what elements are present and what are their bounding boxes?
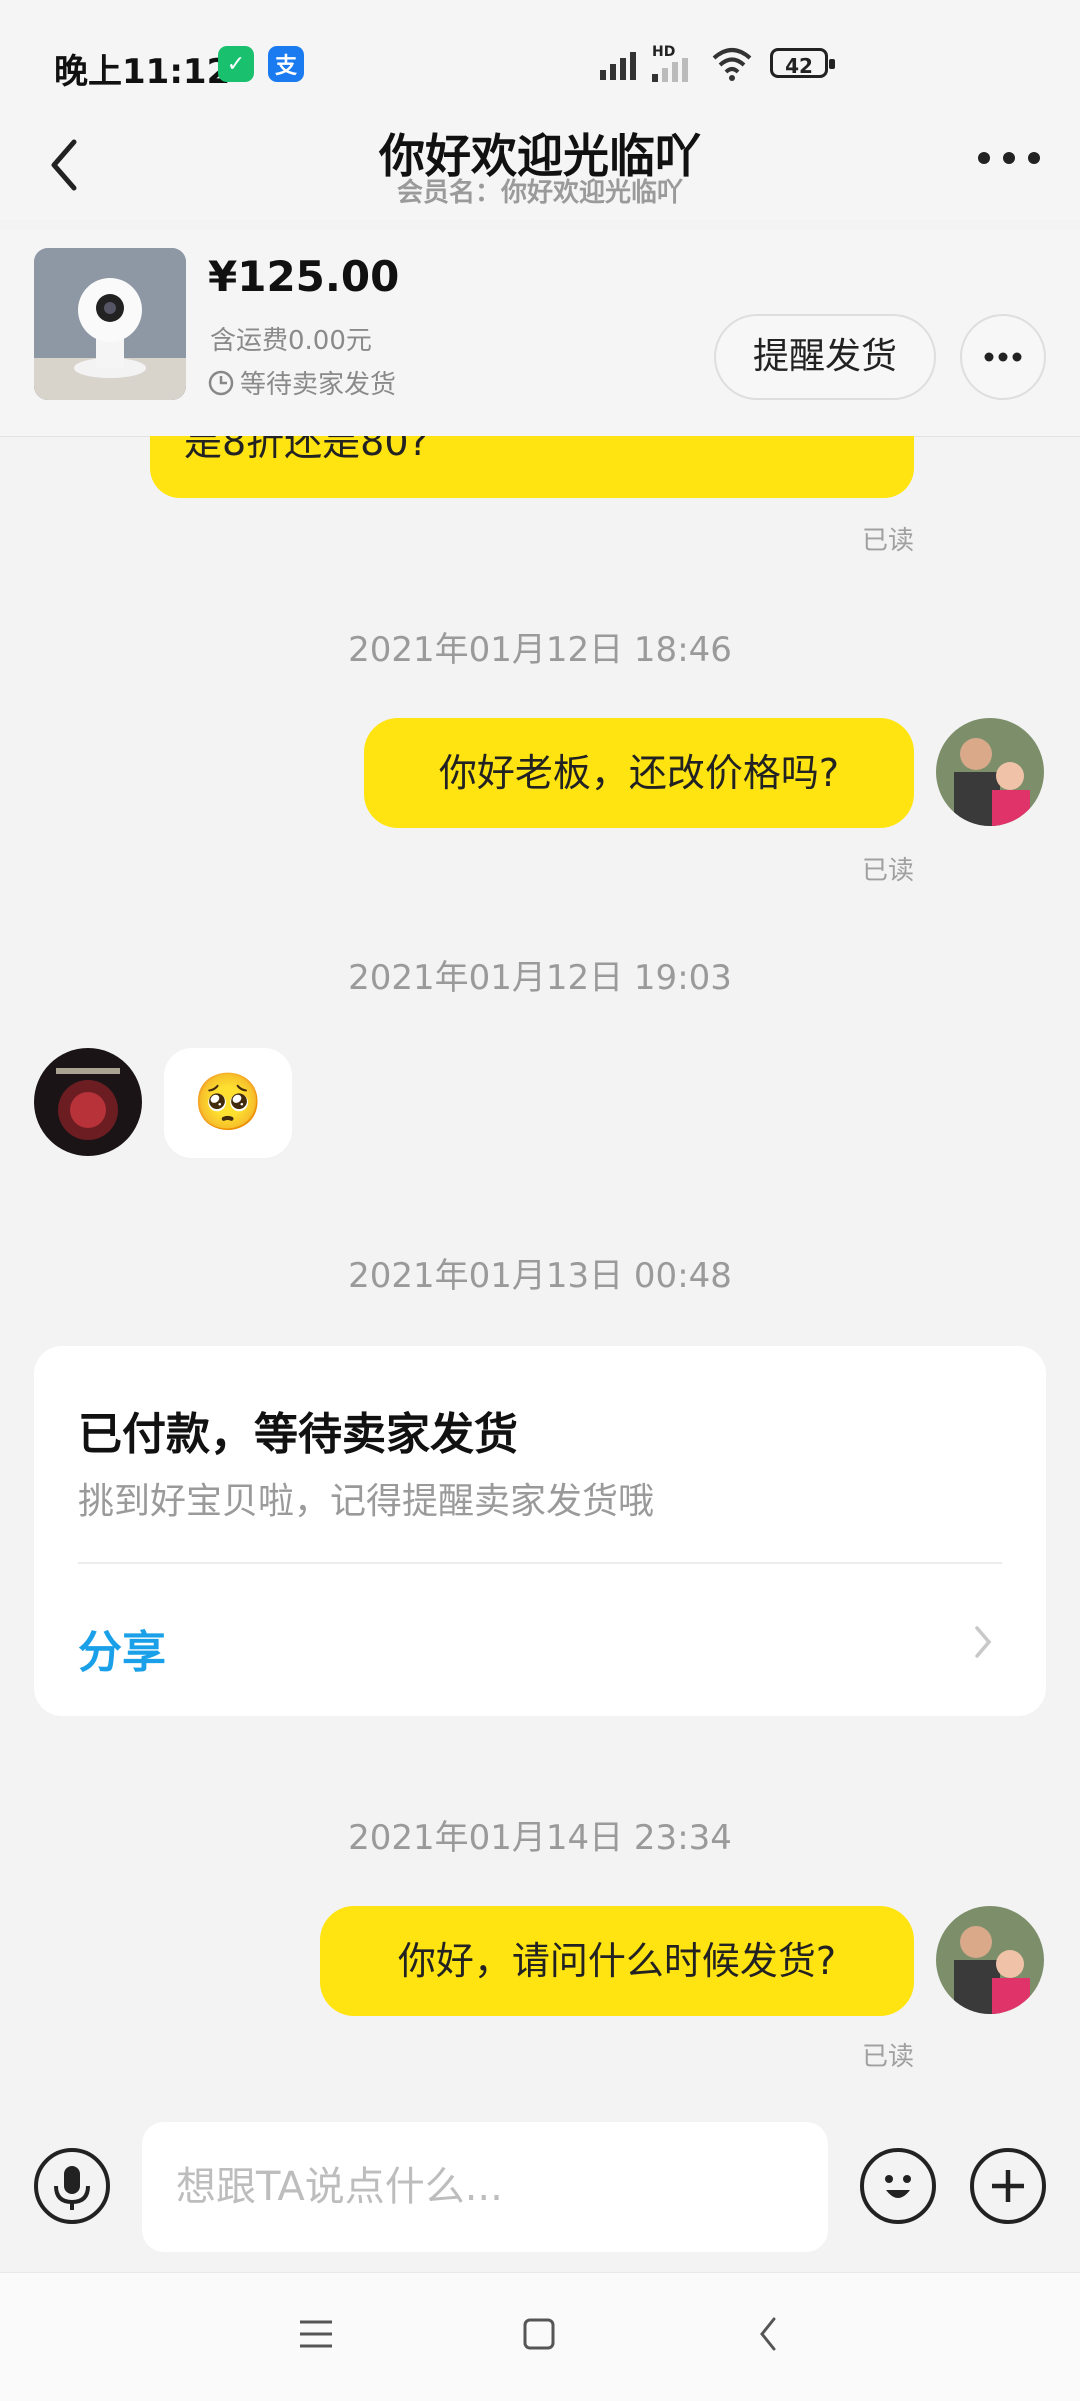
microphone-icon: [54, 2166, 90, 2210]
emoji-message: 🥺: [193, 1070, 263, 1135]
member-name: 会员名：你好欢迎光临吖: [396, 178, 683, 208]
camera-product-image: [34, 248, 186, 400]
emoji-face-icon: [885, 2175, 911, 2198]
signal-2-icon: [652, 58, 688, 82]
read-receipt: 已读: [862, 856, 915, 886]
more-options-icon[interactable]: [976, 148, 1042, 168]
alipay-app-icon: 支: [268, 46, 304, 82]
seller-avatar[interactable]: [34, 1048, 142, 1156]
plus-icon: [992, 2170, 1024, 2202]
avatar-photo: [34, 1048, 142, 1156]
remind-ship-button[interactable]: 提醒发货: [714, 314, 936, 400]
message-bubble-mine[interactable]: 你好，请问什么时候发货?: [320, 1906, 914, 2016]
order-status: 等待卖家发货: [208, 364, 396, 401]
clock-icon: [208, 370, 234, 395]
order-notice-subtitle: 挑到好宝贝啦，记得提醒卖家发货哦: [78, 1481, 655, 1522]
timestamp: 2021年01月14日 23:34: [348, 1818, 732, 1858]
product-price: ¥125.00: [208, 252, 400, 301]
my-avatar[interactable]: [936, 718, 1044, 826]
my-avatar[interactable]: [936, 1906, 1044, 2014]
wifi-icon: [712, 48, 752, 81]
message-text: 是8折还是80?: [184, 436, 429, 464]
order-notice-card[interactable]: 已付款，等待卖家发货 挑到好宝贝啦，记得提醒卖家发货哦 分享: [34, 1346, 1046, 1716]
battery-indicator: 42: [770, 48, 835, 78]
message-bubble-mine[interactable]: 你好老板，还改价格吗?: [364, 718, 914, 828]
add-button[interactable]: [970, 2148, 1046, 2224]
card-more-button[interactable]: [960, 314, 1046, 400]
message-text: 你好老板，还改价格吗?: [438, 751, 840, 795]
product-card[interactable]: ¥125.00 含运费0.00元 等待卖家发货 提醒发货: [0, 230, 1080, 437]
avatar-photo: [936, 1906, 1044, 2014]
timestamp: 2021年01月13日 00:48: [348, 1256, 732, 1296]
message-text: 你好，请问什么时候发货?: [397, 1939, 837, 1983]
timestamp: 2021年01月12日 18:46: [348, 630, 732, 670]
divider: [78, 1562, 1002, 1564]
shield-app-icon: ✓: [218, 46, 254, 82]
message-bubble-theirs[interactable]: 🥺: [164, 1048, 292, 1158]
menu-icon[interactable]: [298, 2317, 334, 2351]
emoji-button[interactable]: [860, 2148, 936, 2224]
signal-icon: [600, 52, 636, 80]
share-link[interactable]: 分享: [78, 1616, 166, 1680]
more-dots-icon: [984, 352, 1022, 362]
product-thumbnail[interactable]: [34, 248, 186, 400]
message-input[interactable]: 想跟TA说点什么...: [142, 2122, 828, 2252]
shipping-fee: 含运费0.00元: [210, 326, 372, 356]
read-receipt: 已读: [862, 526, 915, 556]
home-icon[interactable]: [522, 2317, 556, 2351]
chat-header: 你好欢迎光临吖 会员名：你好欢迎光临吖: [0, 120, 1080, 220]
order-notice-title: 已付款，等待卖家发货: [78, 1409, 518, 1460]
message-bubble-partial[interactable]: 是8折还是80?: [150, 436, 914, 498]
timestamp: 2021年01月12日 19:03: [348, 958, 732, 998]
voice-button[interactable]: [34, 2148, 110, 2224]
order-status-text: 等待卖家发货: [240, 370, 397, 400]
avatar-photo: [936, 718, 1044, 826]
system-nav-bar: [0, 2272, 1080, 2401]
input-bar: 想跟TA说点什么...: [0, 2094, 1080, 2270]
nav-back-icon[interactable]: [756, 2315, 780, 2353]
status-time: 晚上11:12: [54, 52, 231, 92]
status-bar: 晚上11:12 ✓ 支 HD 42: [0, 0, 1080, 120]
read-receipt: 已读: [862, 2042, 915, 2072]
chevron-right-icon[interactable]: [972, 1622, 994, 1662]
